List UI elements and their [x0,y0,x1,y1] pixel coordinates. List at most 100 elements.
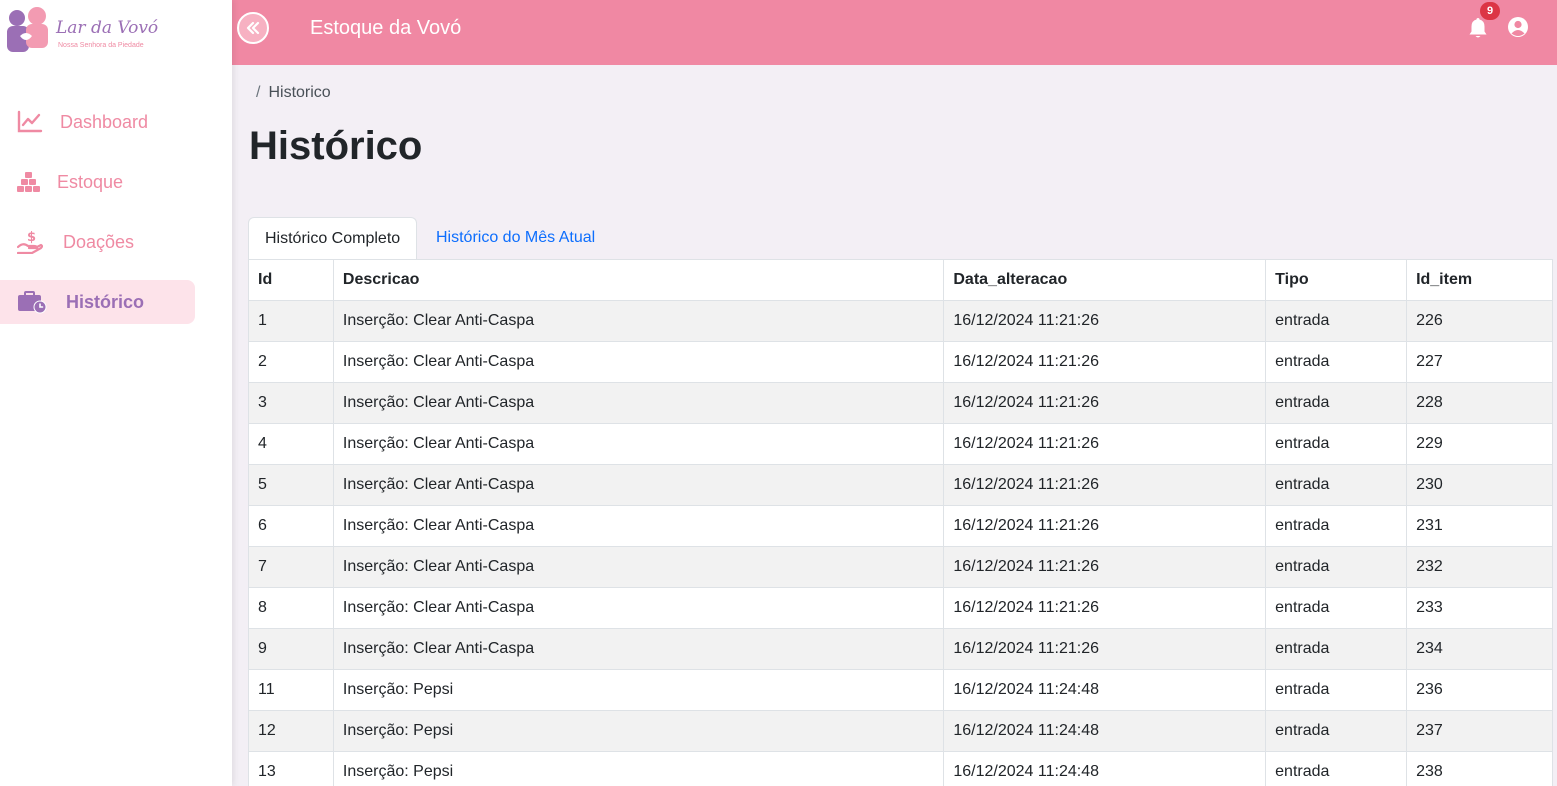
cell-descricao: Inserção: Clear Anti-Caspa [332,464,945,506]
table-row: 11 Inserção: Pepsi 16/12/2024 11:24:48 entr… [248,669,1553,711]
sidebar-item-doacoes[interactable]: $ Doações [0,220,232,264]
sidebar-item-historico[interactable]: Histórico [0,280,195,324]
cell-tipo: entrada [1265,546,1408,588]
cell-data-alteracao: 16/12/2024 11:21:26 [943,587,1267,629]
cell-tipo: entrada [1265,382,1408,424]
user-circle-icon[interactable] [1506,15,1530,39]
cell-id: 13 [248,751,334,786]
boxes-icon [17,172,40,192]
cell-data-alteracao: 16/12/2024 11:24:48 [943,710,1267,752]
sidebar-item-label: Doações [63,232,135,252]
cell-descricao: Inserção: Pepsi [332,710,945,752]
cell-id-item: 232 [1406,546,1553,588]
collapse-sidebar-button[interactable] [237,12,269,44]
chart-line-icon [17,110,43,133]
cell-id-item: 236 [1406,669,1553,711]
cell-data-alteracao: 16/12/2024 11:21:26 [943,300,1267,342]
table-row: 12 Inserção: Pepsi 16/12/2024 11:24:48 entr… [248,710,1553,752]
cell-data-alteracao: 16/12/2024 11:21:26 [943,628,1267,670]
cell-id-item: 230 [1406,464,1553,506]
cell-data-alteracao: 16/12/2024 11:21:26 [943,341,1267,383]
cell-id: 1 [248,300,334,342]
cell-tipo: entrada [1265,751,1408,786]
app-title: Estoque da Vovó [310,17,462,39]
cell-id: 9 [248,628,334,670]
brand-subtitle: Nossa Senhora da Piedade [58,42,144,49]
table-row: 1 Inserção: Clear Anti-Caspa 16/12/2024 11… [248,300,1553,342]
svg-text:$: $ [27,230,36,245]
cell-descricao: Inserção: Pepsi [332,751,945,786]
history-table: Id Descricao Data_alteracao Tipo Id_item… [248,259,1553,786]
table-row: 4 Inserção: Clear Anti-Caspa 16/12/2024 11… [248,423,1553,465]
cell-id: 11 [248,669,334,711]
column-header-id: Id [248,259,334,301]
tab-historico-completo[interactable]: Histórico Completo [248,217,418,261]
briefcase-clock-icon [18,291,47,314]
cell-data-alteracao: 16/12/2024 11:21:26 [943,546,1267,588]
cell-tipo: entrada [1265,505,1408,547]
cell-id: 12 [248,710,334,752]
cell-descricao: Inserção: Clear Anti-Caspa [332,341,945,383]
table-row: 8 Inserção: Clear Anti-Caspa 16/12/2024 11… [248,587,1553,629]
hand-holding-dollar-icon: $ [17,230,43,254]
notification-badge: 9 [1480,2,1500,20]
history-table-container[interactable]: Id Descricao Data_alteracao Tipo Id_item… [248,259,1553,786]
cell-data-alteracao: 16/12/2024 11:21:26 [943,505,1267,547]
top-bar: Estoque da Vovó 9 [232,0,1557,65]
brand-title: Lar da Vovó [56,18,159,38]
cell-id-item: 231 [1406,505,1553,547]
cell-data-alteracao: 16/12/2024 11:24:48 [943,751,1267,786]
cell-id-item: 227 [1406,341,1553,383]
cell-tipo: entrada [1265,669,1408,711]
cell-id-item: 226 [1406,300,1553,342]
table-body: 1 Inserção: Clear Anti-Caspa 16/12/2024 11… [248,300,1553,786]
cell-id: 3 [248,382,334,424]
brand-logo[interactable]: Lar da Vovó Nossa Senhora da Piedade [6,4,159,58]
cell-id-item: 238 [1406,751,1553,786]
cell-descricao: Inserção: Pepsi [332,669,945,711]
cell-descricao: Inserção: Clear Anti-Caspa [332,423,945,465]
cell-tipo: entrada [1265,628,1408,670]
cell-descricao: Inserção: Clear Anti-Caspa [332,505,945,547]
cell-descricao: Inserção: Clear Anti-Caspa [332,300,945,342]
sidebar-item-label: Histórico [66,292,145,312]
sidebar-item-dashboard[interactable]: Dashboard [0,100,232,144]
table-row: 3 Inserção: Clear Anti-Caspa 16/12/2024 11… [248,382,1553,424]
cell-id: 7 [248,546,334,588]
sidebar-nav: Dashboard Estoque $ Doações Histórico [0,100,232,340]
table-row: 5 Inserção: Clear Anti-Caspa 16/12/2024 11… [248,464,1553,506]
cell-id: 2 [248,341,334,383]
tab-bar: Histórico Completo Histórico do Mês Atua… [248,217,1553,261]
table-row: 13 Inserção: Pepsi 16/12/2024 11:24:48 entr… [248,751,1553,786]
table-row: 7 Inserção: Clear Anti-Caspa 16/12/2024 11… [248,546,1553,588]
cell-data-alteracao: 16/12/2024 11:21:26 [943,464,1267,506]
table-row: 6 Inserção: Clear Anti-Caspa 16/12/2024 11… [248,505,1553,547]
cell-id-item: 234 [1406,628,1553,670]
sidebar-item-estoque[interactable]: Estoque [0,160,232,204]
cell-id-item: 228 [1406,382,1553,424]
cell-data-alteracao: 16/12/2024 11:21:26 [943,423,1267,465]
cell-tipo: entrada [1265,464,1408,506]
page-title: Histórico [249,124,423,168]
cell-id-item: 229 [1406,423,1553,465]
sidebar-item-label: Estoque [57,172,124,192]
breadcrumb: / Historico [256,84,331,102]
breadcrumb-separator: / [256,84,261,101]
cell-descricao: Inserção: Clear Anti-Caspa [332,628,945,670]
tab-historico-mes-atual[interactable]: Histórico do Mês Atual [420,217,611,260]
cell-id: 6 [248,505,334,547]
cell-descricao: Inserção: Clear Anti-Caspa [332,546,945,588]
cell-tipo: entrada [1265,341,1408,383]
column-header-data-alteracao: Data_alteracao [943,259,1267,301]
column-header-id-item: Id_item [1406,259,1553,301]
column-header-descricao: Descricao [332,259,945,301]
cell-data-alteracao: 16/12/2024 11:21:26 [943,382,1267,424]
cell-descricao: Inserção: Clear Anti-Caspa [332,382,945,424]
cell-id-item: 237 [1406,710,1553,752]
chevrons-left-icon [246,21,260,35]
table-header-row: Id Descricao Data_alteracao Tipo Id_item [248,259,1553,301]
sidebar-item-label: Dashboard [60,112,149,132]
cell-tipo: entrada [1265,710,1408,752]
column-header-tipo: Tipo [1265,259,1408,301]
table-row: 2 Inserção: Clear Anti-Caspa 16/12/2024 11… [248,341,1553,383]
